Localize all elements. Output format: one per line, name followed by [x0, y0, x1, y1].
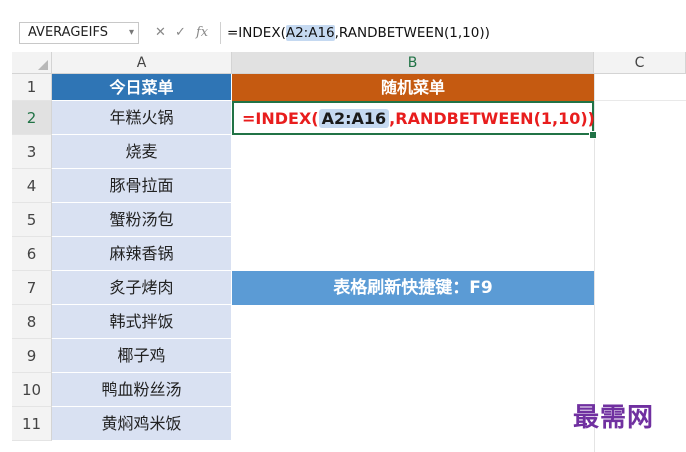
row-header[interactable]: 3 [12, 135, 52, 169]
menu-item-cell[interactable]: 炙子烤肉 [52, 271, 232, 305]
menu-item-cell[interactable]: 椰子鸡 [52, 339, 232, 373]
name-box[interactable]: AVERAGEIFS ▾ [19, 22, 139, 44]
column-header-c[interactable]: C [594, 52, 686, 74]
menu-item-cell[interactable]: 豚骨拉面 [52, 169, 232, 203]
menu-item-cell[interactable]: 年糕火锅 [52, 101, 232, 135]
cancel-icon[interactable]: ✕ [155, 22, 166, 44]
row-header[interactable]: 1 [12, 74, 52, 101]
row-header[interactable]: 6 [12, 237, 52, 271]
menu-item-cell[interactable]: 麻辣香锅 [52, 237, 232, 271]
select-all-corner[interactable] [12, 52, 52, 74]
row-header[interactable]: 9 [12, 339, 52, 373]
name-box-value: AVERAGEIFS [28, 25, 108, 40]
watermark-logo: 最需网 [573, 403, 655, 433]
formula-suffix: ,RANDBETWEEN(1,10)) [334, 25, 490, 41]
row-header[interactable]: 5 [12, 203, 52, 237]
row-header[interactable]: 11 [12, 407, 52, 441]
menu-item-cell[interactable]: 蟹粉汤包 [52, 203, 232, 237]
cell-b2-editing[interactable]: =INDEX(A2:A16 ,RANDBETWEEN(1,10)) [232, 101, 595, 135]
formula-prefix: =INDEX( [227, 25, 286, 41]
chevron-down-icon[interactable]: ▾ [129, 23, 134, 43]
fill-handle[interactable] [589, 131, 597, 139]
menu-item-cell[interactable]: 鸭血粉丝汤 [52, 373, 232, 407]
b2-range-ref: A2:A16 [318, 109, 390, 128]
formula-input[interactable]: =INDEX(A2:A16,RANDBETWEEN(1,10)) [220, 22, 686, 44]
formula-range-ref: A2:A16 [285, 25, 335, 41]
fx-icon[interactable]: fx [196, 22, 208, 44]
menu-item-cell[interactable]: 韩式拌饭 [52, 305, 232, 339]
menu-item-cell[interactable]: 烧麦 [52, 135, 232, 169]
column-header-a[interactable]: A [52, 52, 232, 74]
row-header[interactable]: 8 [12, 305, 52, 339]
refresh-shortcut-banner: 表格刷新快捷键：F9 [232, 271, 594, 305]
b2-formula-prefix: =INDEX( [242, 109, 319, 128]
row-header[interactable]: 7 [12, 271, 52, 305]
formula-bar: AVERAGEIFS ▾ ✕ ✓ fx =INDEX(A2:A16,RANDBE… [0, 0, 686, 60]
cell-b1[interactable]: 随机菜单 [232, 74, 594, 101]
row-header[interactable]: 4 [12, 169, 52, 203]
cell-a1[interactable]: 今日菜单 [52, 74, 232, 101]
menu-item-cell[interactable]: 黄焖鸡米饭 [52, 407, 232, 441]
row-header[interactable]: 10 [12, 373, 52, 407]
column-header-b[interactable]: B [232, 52, 594, 74]
check-icon[interactable]: ✓ [175, 22, 186, 44]
b2-formula-suffix: ,RANDBETWEEN(1,10)) [389, 109, 595, 128]
gridline [594, 100, 686, 101]
row-header[interactable]: 2 [12, 101, 52, 135]
